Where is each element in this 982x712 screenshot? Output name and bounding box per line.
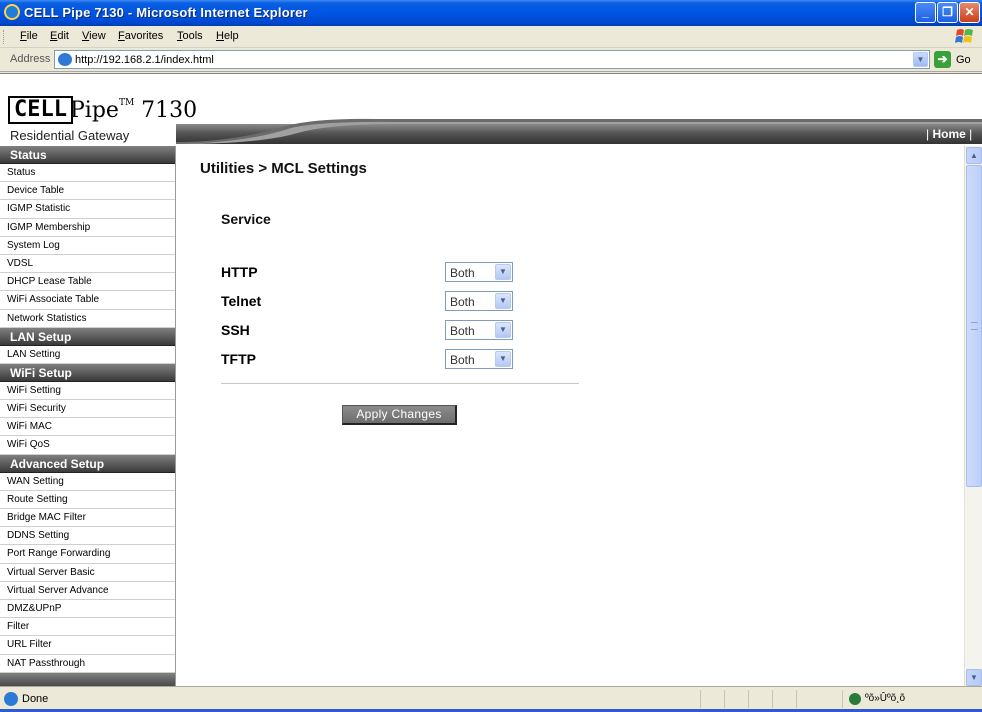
http-select[interactable]: Both ▼ xyxy=(445,262,513,282)
sidebar-item-status[interactable]: Status xyxy=(0,164,175,183)
service-label: TFTP xyxy=(221,351,256,367)
sidebar-item-wifi-qos[interactable]: WiFi QoS xyxy=(0,436,175,455)
nav-header-status: Status xyxy=(0,146,175,164)
sidebar-item-virtual-server-advance[interactable]: Virtual Server Advance xyxy=(0,582,175,600)
browser-viewport: CELL PipeTM 7130 Residential Gateway | H… xyxy=(0,73,982,686)
sidebar-item-virtual-server-basic[interactable]: Virtual Server Basic xyxy=(0,564,175,582)
apply-changes-button[interactable]: Apply Changes xyxy=(342,405,457,425)
logo-cell-text: CELL xyxy=(8,96,73,124)
close-button[interactable]: ✕ xyxy=(959,2,980,23)
sidebar-item-url-filter[interactable]: URL Filter xyxy=(0,636,175,655)
page-done-icon xyxy=(4,692,18,706)
menu-view[interactable]: View xyxy=(82,30,106,42)
status-pane xyxy=(700,690,701,708)
service-label: HTTP xyxy=(221,264,258,280)
vertical-scrollbar[interactable]: ▲ ▼ xyxy=(964,146,982,686)
menu-edit[interactable]: Edit xyxy=(50,30,69,42)
page-icon xyxy=(58,53,72,66)
menu-file[interactable]: File xyxy=(20,30,38,42)
banner-swoosh xyxy=(176,118,982,144)
divider xyxy=(221,383,579,384)
sidebar-item-ddns-setting[interactable]: DDNS Setting xyxy=(0,527,175,546)
status-pane xyxy=(724,690,725,708)
address-field[interactable]: ▼ xyxy=(54,50,930,69)
logo-subtitle: Residential Gateway xyxy=(10,128,130,143)
menu-help[interactable]: Help xyxy=(216,30,239,42)
chevron-down-icon[interactable]: ▼ xyxy=(495,264,511,280)
chevron-down-icon[interactable]: ▼ xyxy=(495,351,511,367)
main-content: Utilities > MCL Settings Service HTTP Bo… xyxy=(176,146,964,686)
nav-header-advanced-setup: Advanced Setup xyxy=(0,454,175,473)
service-label: Telnet xyxy=(221,293,262,309)
status-pane xyxy=(796,690,797,708)
address-label: Address xyxy=(10,53,51,65)
sidebar-item-igmp-membership[interactable]: IGMP Membership xyxy=(0,219,175,237)
sidebar-item-port-range-forwarding[interactable]: Port Range Forwarding xyxy=(0,545,175,564)
service-row-tftp: TFTP Both ▼ xyxy=(221,349,521,371)
sidebar-item-network-statistics[interactable]: Network Statistics xyxy=(0,310,175,328)
toolbar-grip xyxy=(3,30,6,44)
sidebar-item-dmz-upnp[interactable]: DMZ&UPnP xyxy=(0,600,175,619)
window-titlebar: CELL Pipe 7130 - Microsoft Internet Expl… xyxy=(0,0,982,26)
status-pane xyxy=(772,690,773,708)
chevron-down-icon[interactable]: ▼ xyxy=(495,322,511,338)
sidebar-item-system-log[interactable]: System Log xyxy=(0,237,175,255)
sidebar-item-nat-passthrough[interactable]: NAT Passthrough xyxy=(0,655,175,673)
service-row-telnet: Telnet Both ▼ xyxy=(221,291,521,313)
status-pane xyxy=(748,690,749,708)
window-title: CELL Pipe 7130 - Microsoft Internet Expl… xyxy=(24,5,308,20)
minimize-button[interactable]: _ xyxy=(915,2,936,23)
maximize-button[interactable]: ❐ xyxy=(937,2,958,23)
sidebar-item-route-setting[interactable]: Route Setting xyxy=(0,491,175,509)
tftp-select[interactable]: Both ▼ xyxy=(445,349,513,369)
menu-bar: File Edit View Favorites Tools Help xyxy=(0,26,982,48)
page-title: Utilities > MCL Settings xyxy=(200,160,367,177)
address-bar: Address ▼ ➔ Go xyxy=(0,48,982,72)
nav-header-wifi-setup: WiFi Setup xyxy=(0,363,175,382)
sidebar-nav: Status Status Device Table IGMP Statisti… xyxy=(0,146,176,686)
nav-header-partial xyxy=(0,672,175,686)
go-label: Go xyxy=(956,54,971,66)
internet-zone-icon xyxy=(849,693,861,705)
sidebar-item-wifi-associate-table[interactable]: WiFi Associate Table xyxy=(0,291,175,310)
telnet-select[interactable]: Both ▼ xyxy=(445,291,513,311)
scroll-thumb[interactable] xyxy=(966,165,982,487)
sidebar-item-vdsl[interactable]: VDSL xyxy=(0,255,175,274)
nav-header-lan-setup: LAN Setup xyxy=(0,327,175,346)
sidebar-item-igmp-statistic[interactable]: IGMP Statistic xyxy=(0,200,175,219)
zone-text: ºõ»Ûºõ¸õ xyxy=(865,693,906,704)
go-button[interactable]: ➔ Go xyxy=(934,51,978,69)
sidebar-item-wan-setting[interactable]: WAN Setting xyxy=(0,473,175,491)
home-link[interactable]: | Home | xyxy=(926,127,972,141)
scroll-up-icon[interactable]: ▲ xyxy=(966,147,982,164)
sidebar-item-filter[interactable]: Filter xyxy=(0,618,175,637)
sidebar-item-wifi-security[interactable]: WiFi Security xyxy=(0,400,175,419)
status-pane xyxy=(842,690,843,708)
scroll-down-icon[interactable]: ▼ xyxy=(966,669,982,686)
menu-favorites[interactable]: Favorites xyxy=(118,30,163,42)
sidebar-item-wifi-mac[interactable]: WiFi MAC xyxy=(0,418,175,437)
address-dropdown-icon[interactable]: ▼ xyxy=(913,52,928,67)
sidebar-item-bridge-mac-filter[interactable]: Bridge MAC Filter xyxy=(0,509,175,528)
sidebar-item-dhcp-lease-table[interactable]: DHCP Lease Table xyxy=(0,273,175,292)
sidebar-item-wifi-setting[interactable]: WiFi Setting xyxy=(0,382,175,401)
menu-tools[interactable]: Tools xyxy=(177,30,203,42)
sidebar-item-device-table[interactable]: Device Table xyxy=(0,182,175,201)
chevron-down-icon[interactable]: ▼ xyxy=(495,293,511,309)
ie-icon xyxy=(4,4,20,20)
section-title: Service xyxy=(221,211,271,227)
ssh-select[interactable]: Both ▼ xyxy=(445,320,513,340)
go-arrow-icon: ➔ xyxy=(934,51,951,68)
service-row-ssh: SSH Both ▼ xyxy=(221,320,521,342)
status-text: Done xyxy=(22,693,49,705)
address-input[interactable] xyxy=(75,52,905,67)
service-row-http: HTTP Both ▼ xyxy=(221,262,521,284)
grip-icon xyxy=(971,322,978,330)
service-label: SSH xyxy=(221,322,250,338)
sidebar-item-lan-setting[interactable]: LAN Setting xyxy=(0,346,175,364)
windows-logo-icon xyxy=(955,29,973,43)
